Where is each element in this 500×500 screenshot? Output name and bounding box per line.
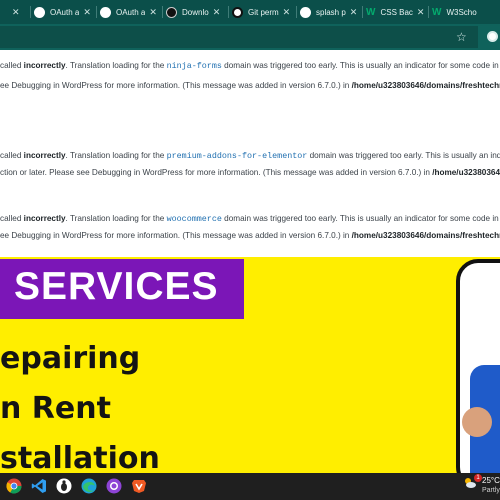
tab-label: W3Scho xyxy=(446,7,477,17)
w3schools-icon: W xyxy=(366,6,376,18)
tab-label: CSS Bac xyxy=(380,7,413,17)
windows-taskbar xyxy=(0,473,500,500)
tab-label: OAuth a xyxy=(50,7,80,17)
service-item-rent: n Rent xyxy=(0,391,111,426)
close-icon[interactable]: ✕ xyxy=(283,7,291,18)
tab-partial[interactable]: ✕ xyxy=(0,0,26,24)
notice-1-line-2: ee Debugging in WordPress for more infor… xyxy=(0,81,500,90)
close-icon[interactable]: ✕ xyxy=(12,7,20,18)
notice-2-line-1: called incorrectly. Translation loading … xyxy=(0,151,500,161)
brave-icon[interactable] xyxy=(130,477,148,495)
service-item-installation: stallation xyxy=(0,441,160,473)
chatgpt-icon xyxy=(232,6,243,18)
close-icon[interactable]: ✕ xyxy=(149,7,157,18)
profile-icon[interactable] xyxy=(487,31,498,42)
notice-2-line-2: ction or later. Please see Debugging in … xyxy=(0,168,500,177)
github-desktop-icon[interactable] xyxy=(105,477,123,495)
tab-css-bac[interactable]: W CSS Bac ✕ xyxy=(362,0,426,24)
weather-condition: Partly xyxy=(482,487,500,494)
tab-label: Downlo xyxy=(182,7,209,17)
notice-3-line-2: ee Debugging in WordPress for more infor… xyxy=(0,231,500,240)
services-banner: SERVICES epairing n Rent stallation xyxy=(0,257,500,473)
browser-tab-strip: ✕ OAuth a ✕ OAuth a ✕ Downlo ✕ Git perm … xyxy=(0,0,500,24)
close-icon[interactable]: ✕ xyxy=(213,7,221,18)
vscode-icon[interactable] xyxy=(30,477,48,495)
github-icon xyxy=(100,6,111,18)
github-icon xyxy=(34,6,45,18)
tab-label: splash p xyxy=(316,7,346,17)
w3schools-icon: W xyxy=(432,6,442,18)
services-title-box: SERVICES xyxy=(0,259,244,319)
person-arm-image xyxy=(462,407,492,437)
tab-label: OAuth a xyxy=(116,7,146,17)
tab-git-perm[interactable]: Git perm ✕ xyxy=(228,0,294,24)
notice-1-line-1: called incorrectly. Translation loading … xyxy=(0,61,500,71)
close-icon[interactable]: ✕ xyxy=(350,7,358,18)
notice-3-line-1: called incorrectly. Translation loading … xyxy=(0,214,500,224)
edge-icon[interactable] xyxy=(80,477,98,495)
ollama-icon[interactable] xyxy=(55,477,73,495)
tab-label: Git perm xyxy=(248,7,279,17)
google-icon xyxy=(300,6,311,18)
tab-download[interactable]: Downlo ✕ xyxy=(162,0,226,24)
close-icon[interactable]: ✕ xyxy=(83,7,91,18)
address-bar[interactable] xyxy=(0,26,478,48)
close-icon[interactable]: ✕ xyxy=(417,7,425,18)
services-title: SERVICES xyxy=(14,265,219,308)
chrome-icon[interactable] xyxy=(5,477,23,495)
page-content: called incorrectly. Translation loading … xyxy=(0,50,500,257)
weather-notification-badge: 1 xyxy=(474,474,482,482)
tab-oauth-1[interactable]: OAuth a ✕ xyxy=(30,0,94,24)
weather-temperature[interactable]: 25°C xyxy=(482,476,500,485)
tab-w3schools[interactable]: W W3Scho xyxy=(428,0,500,24)
star-icon[interactable]: ☆ xyxy=(456,30,467,44)
service-item-repairing: epairing xyxy=(0,341,141,376)
tab-oauth-2[interactable]: OAuth a ✕ xyxy=(96,0,160,24)
tab-splash[interactable]: splash p ✕ xyxy=(296,0,360,24)
github-icon xyxy=(166,6,177,18)
